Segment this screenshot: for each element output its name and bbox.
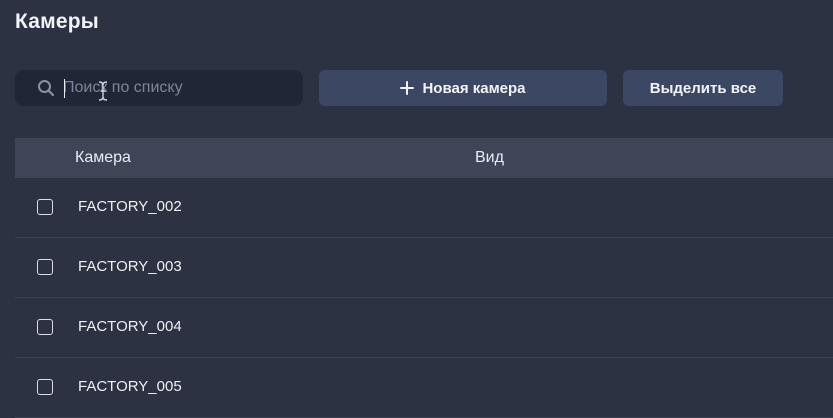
row-checkbox[interactable] [37, 259, 53, 275]
row-checkbox[interactable] [37, 379, 53, 395]
row-checkbox[interactable] [37, 199, 53, 215]
new-camera-label: Новая камера [422, 79, 526, 97]
row-checkbox[interactable] [37, 319, 53, 335]
table-row[interactable]: FACTORY_002 [15, 178, 833, 238]
column-header-camera[interactable]: Камера [75, 138, 131, 178]
column-header-view[interactable]: Вид [475, 138, 504, 178]
table-row[interactable]: FACTORY_005 [15, 358, 833, 418]
page-title: Камеры [15, 10, 99, 33]
new-camera-button[interactable]: Новая камера [319, 70, 607, 106]
search-box[interactable] [15, 70, 303, 106]
table-row[interactable]: FACTORY_004 [15, 298, 833, 358]
camera-name: FACTORY_002 [78, 198, 182, 215]
select-all-label: Выделить все [649, 79, 757, 97]
camera-name: FACTORY_003 [78, 258, 182, 275]
camera-name: FACTORY_005 [78, 378, 182, 395]
search-icon [38, 80, 55, 97]
text-caret [64, 79, 65, 98]
text-cursor-icon [98, 81, 108, 101]
plus-icon [400, 81, 415, 95]
select-all-button[interactable]: Выделить все [623, 70, 783, 106]
table-row[interactable]: FACTORY_003 [15, 238, 833, 298]
camera-name: FACTORY_004 [78, 318, 182, 335]
table-header: Камера Вид [15, 138, 833, 178]
